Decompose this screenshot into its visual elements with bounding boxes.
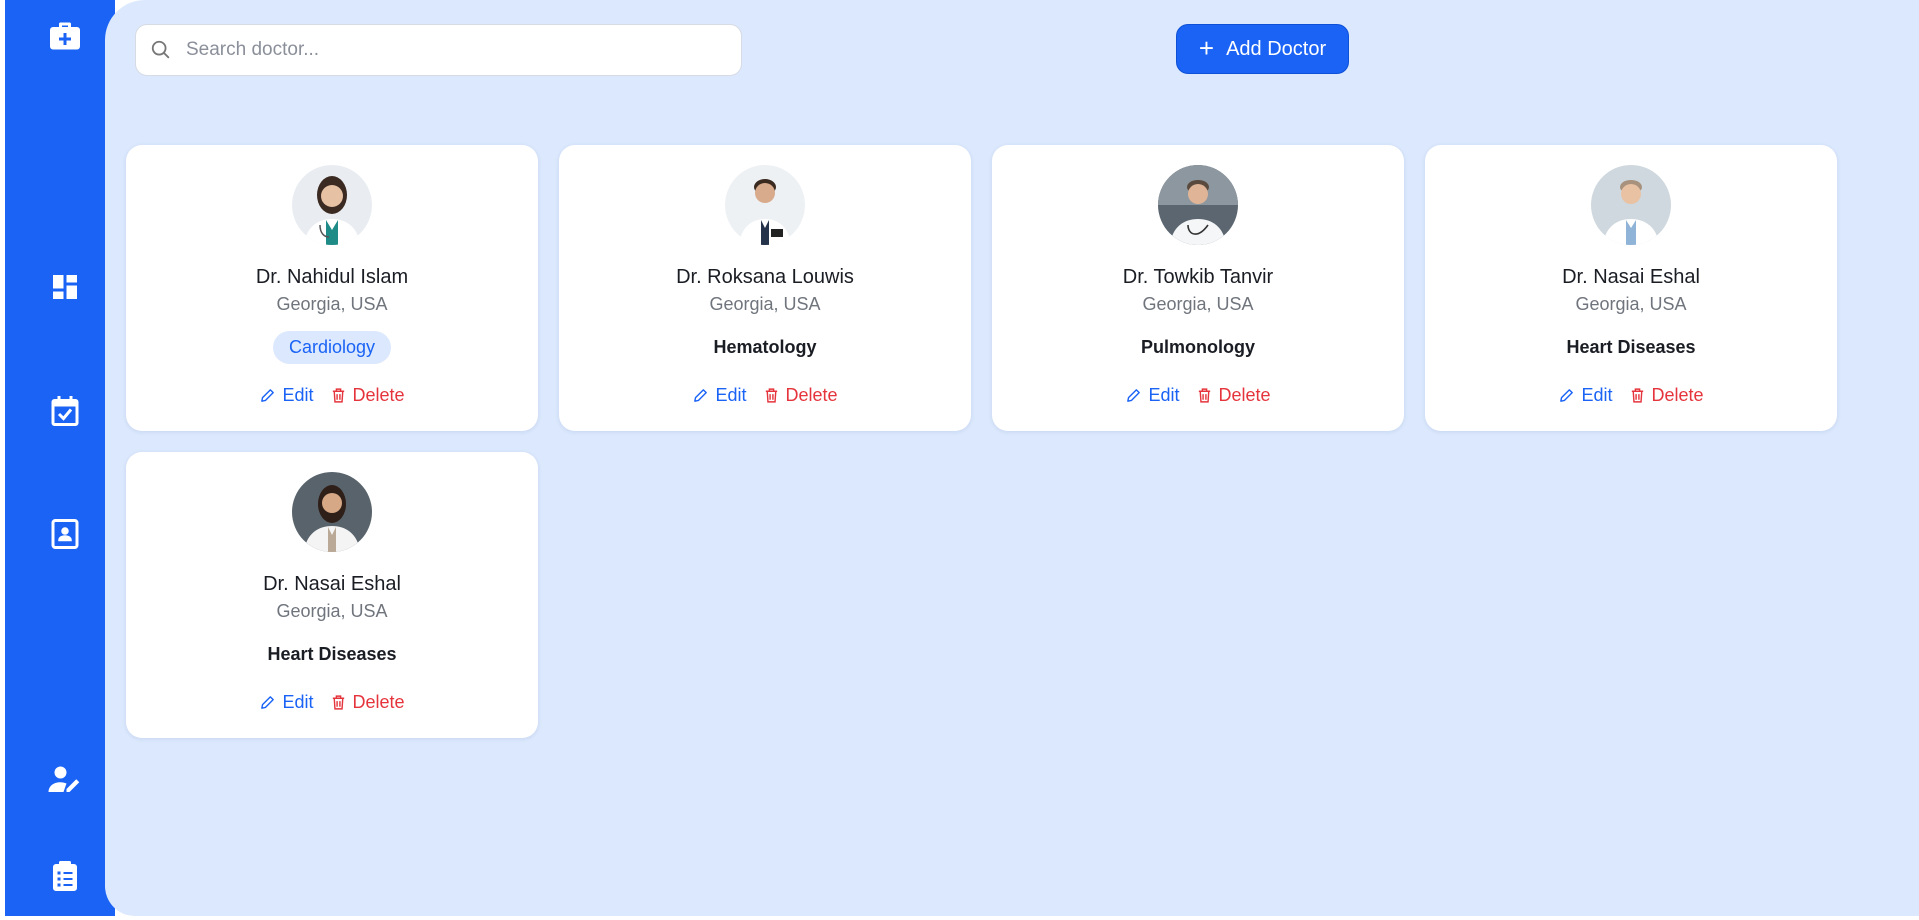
trash-icon [332,695,344,710]
doctor-name: Dr. Towkib Tanvir [1122,266,1274,288]
pencil-icon [694,389,708,402]
doctor-name: Dr. Roksana Louwis [676,266,854,288]
delete-button[interactable]: Delete [1629,385,1704,406]
doctor-avatar [292,472,372,552]
specialty-badge[interactable]: Cardiology [272,331,392,364]
specialty-badge[interactable]: Pulmonology [1125,331,1271,364]
doctor-avatar [1591,165,1671,245]
user-edit-icon[interactable] [43,758,87,802]
doctor-location: Georgia, USA [1575,294,1687,314]
search-input[interactable] [186,39,726,61]
edit-label: Edit [1581,385,1613,405]
trash-icon [1631,388,1643,403]
doctor-card: Dr. Roksana Louwis Georgia, USA Hematolo… [559,145,971,431]
delete-button[interactable]: Delete [330,385,405,406]
clipboard-list-icon[interactable] [43,854,87,898]
delete-button[interactable]: Delete [330,692,405,713]
sidebar [5,0,115,916]
main-content: + Add Doctor Dr. Nahidul Islam Georgia, … [105,0,1919,916]
search-icon [151,40,170,59]
doctor-card: Dr. Towkib Tanvir Georgia, USA Pulmonolo… [992,145,1404,431]
edit-button[interactable]: Edit [259,385,314,406]
plus-icon: + [1198,32,1215,63]
pencil-icon [261,696,275,709]
doctor-avatar [725,165,805,245]
dashboard-icon[interactable] [43,265,87,309]
doctor-card: Dr. Nahidul Islam Georgia, USA Cardiolog… [126,145,538,431]
trash-icon [332,388,344,403]
specialty-badge[interactable]: Heart Diseases [1550,331,1711,364]
search-bar [135,24,742,76]
specialty-badge[interactable]: Hematology [697,331,832,364]
medical-kit-icon[interactable] [43,14,87,58]
add-doctor-label: Add Doctor [1226,37,1327,60]
doctor-location: Georgia, USA [276,601,388,621]
pencil-icon [1560,389,1574,402]
contact-card-icon[interactable] [43,512,87,556]
edit-button[interactable]: Edit [259,692,314,713]
pencil-icon [1127,389,1141,402]
doctor-name: Dr. Nahidul Islam [255,266,409,288]
doctor-location: Georgia, USA [276,294,388,314]
edit-button[interactable]: Edit [692,385,747,406]
delete-label: Delete [1218,385,1271,405]
edit-label: Edit [282,692,314,712]
delete-label: Delete [1651,385,1704,405]
edit-button[interactable]: Edit [1125,385,1180,406]
specialty-badge[interactable]: Heart Diseases [251,638,412,671]
edit-label: Edit [1148,385,1180,405]
doctor-card: Dr. Nasai Eshal Georgia, USA Heart Disea… [126,452,538,738]
pencil-icon [261,389,275,402]
delete-label: Delete [352,692,405,712]
calendar-check-icon[interactable] [43,389,87,433]
doctor-avatar [292,165,372,245]
edit-label: Edit [715,385,747,405]
edit-label: Edit [282,385,314,405]
delete-button[interactable]: Delete [763,385,838,406]
trash-icon [765,388,777,403]
doctor-card: Dr. Nasai Eshal Georgia, USA Heart Disea… [1425,145,1837,431]
trash-icon [1198,388,1210,403]
doctor-name: Dr. Nasai Eshal [263,573,401,595]
doctor-avatar [1158,165,1238,245]
add-doctor-button[interactable]: + Add Doctor [1176,24,1349,74]
doctor-location: Georgia, USA [1142,294,1254,314]
delete-label: Delete [785,385,838,405]
doctor-location: Georgia, USA [709,294,821,314]
edit-button[interactable]: Edit [1558,385,1613,406]
delete-button[interactable]: Delete [1196,385,1271,406]
doctor-name: Dr. Nasai Eshal [1562,266,1700,288]
delete-label: Delete [352,385,405,405]
